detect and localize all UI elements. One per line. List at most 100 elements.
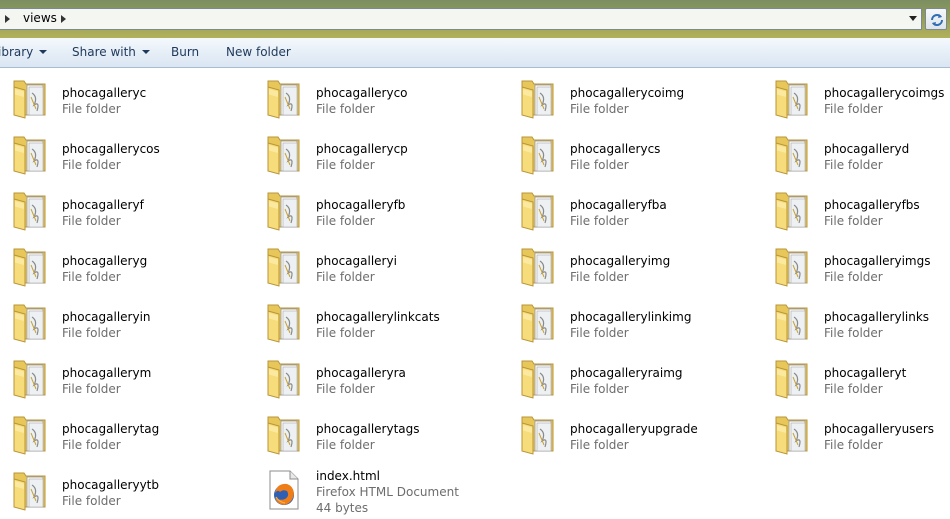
folder-icon	[12, 411, 48, 455]
item-name: phocagalleryco	[316, 86, 408, 100]
folder-icon	[266, 243, 302, 287]
list-item[interactable]: phocagalleryco File folder	[254, 69, 504, 125]
list-item[interactable]: phocagalleryi File folder	[254, 237, 504, 293]
item-name: phocagalleryi	[316, 254, 397, 268]
share-with-button[interactable]: Share with	[72, 45, 150, 59]
item-name: phocagalleryytb	[62, 478, 159, 492]
list-item[interactable]: phocagalleryytb File folder	[0, 461, 250, 517]
chevron-down-icon	[141, 50, 150, 54]
list-item[interactable]: phocagallerytag File folder	[0, 405, 250, 461]
item-name: phocagalleryfbs	[824, 198, 920, 212]
folder-icon	[520, 355, 556, 399]
new-folder-button[interactable]: New folder	[226, 45, 291, 59]
list-item[interactable]: phocagalleryimgs File folder	[762, 237, 950, 293]
item-type: File folder	[62, 494, 121, 508]
list-item[interactable]: phocagalleryg File folder	[0, 237, 250, 293]
item-type: File folder	[316, 102, 375, 116]
command-bar: ibrary Share with Burn New folder	[0, 38, 950, 68]
folder-icon	[520, 299, 556, 343]
item-type: File folder	[570, 382, 629, 396]
list-item[interactable]: phocagalleryraimg File folder	[508, 349, 758, 405]
item-name: phocagallerytag	[62, 422, 160, 436]
list-item[interactable]: phocagallerycp File folder	[254, 125, 504, 181]
list-item[interactable]: phocagallerycoimg File folder	[508, 69, 758, 125]
breadcrumb-views[interactable]: views	[23, 11, 57, 25]
list-item[interactable]: phocagalleryimg File folder	[508, 237, 758, 293]
list-item[interactable]: phocagallerym File folder	[0, 349, 250, 405]
item-type: File folder	[62, 214, 121, 228]
folder-icon	[12, 131, 48, 175]
list-item[interactable]: phocagalleryin File folder	[0, 293, 250, 349]
item-type: File folder	[316, 438, 375, 452]
item-type: File folder	[824, 214, 883, 228]
item-name: phocagallerycos	[62, 142, 160, 156]
item-name: phocagalleryusers	[824, 422, 934, 436]
address-dropdown-icon[interactable]	[909, 16, 917, 21]
item-type: File folder	[316, 326, 375, 340]
item-size: 44 bytes	[316, 501, 369, 515]
list-item[interactable]: phocagalleryfba File folder	[508, 181, 758, 237]
item-name: phocagalleryraimg	[570, 366, 683, 380]
firefox-document-icon	[266, 467, 302, 511]
list-item[interactable]: phocagallerycoimgs File folder	[762, 69, 950, 125]
folder-icon	[520, 411, 556, 455]
item-name: phocagallerycoimgs	[824, 86, 945, 100]
breadcrumb-arrow-icon[interactable]	[61, 15, 66, 23]
item-name: phocagalleryimg	[570, 254, 671, 268]
item-name: index.html	[316, 469, 380, 483]
folder-icon	[12, 75, 48, 119]
address-bar[interactable]: views	[0, 8, 922, 30]
list-item[interactable]: phocagalleryf File folder	[0, 181, 250, 237]
list-item[interactable]: phocagallerylinks File folder	[762, 293, 950, 349]
folder-icon	[266, 299, 302, 343]
list-item[interactable]: phocagallerylinkimg File folder	[508, 293, 758, 349]
item-type: File folder	[62, 158, 121, 172]
folder-icon	[12, 355, 48, 399]
list-item[interactable]: phocagalleryfb File folder	[254, 181, 504, 237]
library-button[interactable]: ibrary	[0, 45, 48, 59]
list-item[interactable]: index.html Firefox HTML Document 44 bytes	[254, 461, 504, 517]
item-type: File folder	[316, 382, 375, 396]
item-name: phocagallerycs	[570, 142, 661, 156]
item-type: File folder	[570, 438, 629, 452]
list-item[interactable]: phocagalleryd File folder	[762, 125, 950, 181]
item-name: phocagalleryd	[824, 142, 910, 156]
refresh-button[interactable]	[925, 8, 947, 30]
item-type: Firefox HTML Document	[316, 485, 459, 499]
item-type: File folder	[570, 214, 629, 228]
list-item[interactable]: phocagalleryra File folder	[254, 349, 504, 405]
library-label: ibrary	[0, 45, 34, 59]
list-item[interactable]: phocagalleryupgrade File folder	[508, 405, 758, 461]
list-item[interactable]: phocagallerycos File folder	[0, 125, 250, 181]
item-name: phocagallerycoimg	[570, 86, 685, 100]
file-list[interactable]: phocagalleryc File folder phocagalleryco F…	[0, 69, 950, 519]
list-item[interactable]: phocagalleryc File folder	[0, 69, 250, 125]
list-item[interactable]: phocagalleryusers File folder	[762, 405, 950, 461]
item-type: File folder	[62, 326, 121, 340]
list-item[interactable]: phocagallerylinkcats File folder	[254, 293, 504, 349]
folder-icon	[12, 467, 48, 511]
burn-button[interactable]: Burn	[171, 45, 199, 59]
item-name: phocagallerytags	[316, 422, 420, 436]
folder-icon	[774, 75, 810, 119]
list-item[interactable]: phocagallerytags File folder	[254, 405, 504, 461]
list-item[interactable]: phocagalleryt File folder	[762, 349, 950, 405]
folder-icon	[520, 75, 556, 119]
item-name: phocagalleryg	[62, 254, 148, 268]
list-item[interactable]: phocagallerycs File folder	[508, 125, 758, 181]
folder-icon	[774, 299, 810, 343]
item-type: File folder	[570, 326, 629, 340]
folder-icon	[266, 75, 302, 119]
folder-icon	[520, 131, 556, 175]
item-name: phocagalleryc	[62, 86, 147, 100]
item-name: phocagalleryimgs	[824, 254, 931, 268]
breadcrumb-root-arrow-icon[interactable]	[5, 15, 10, 23]
item-name: phocagalleryra	[316, 366, 406, 380]
list-item[interactable]: phocagalleryfbs File folder	[762, 181, 950, 237]
item-name: phocagalleryupgrade	[570, 422, 698, 436]
item-type: File folder	[570, 158, 629, 172]
item-type: File folder	[62, 270, 121, 284]
item-type: File folder	[824, 326, 883, 340]
item-type: File folder	[316, 158, 375, 172]
folder-icon	[266, 411, 302, 455]
